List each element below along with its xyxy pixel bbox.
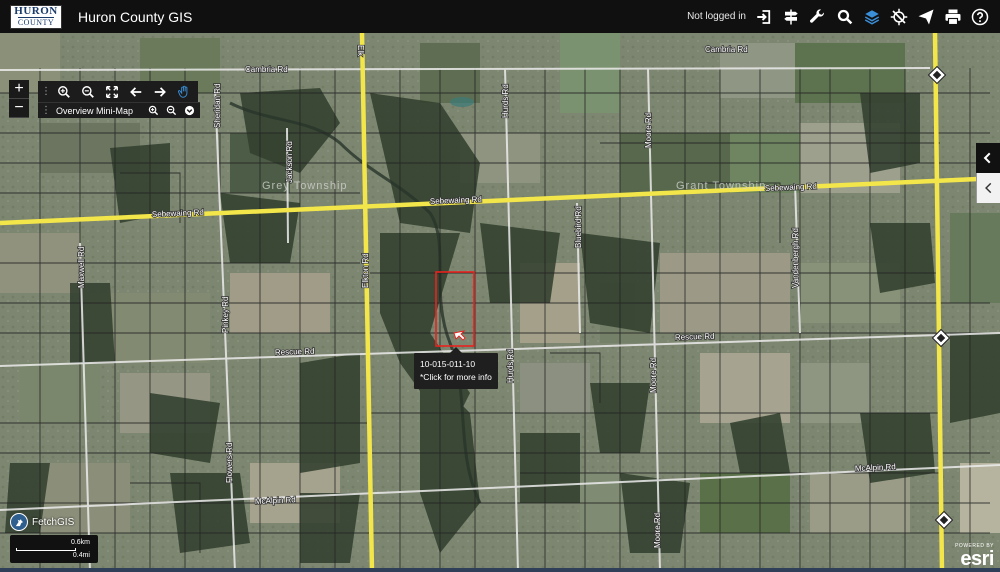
next-extent-button[interactable] — [148, 82, 172, 101]
search-button[interactable] — [833, 5, 857, 29]
parcel-tooltip-hint: *Click for more info — [420, 372, 492, 382]
zoom-out-icon — [166, 105, 176, 116]
wrench-icon — [810, 8, 825, 23]
road-label-vandenbergh: Vandenbergh Rd — [791, 228, 800, 288]
full-extent-button[interactable] — [100, 82, 124, 101]
print-icon — [945, 9, 961, 25]
road-label-rescue-1: Rescue Rd — [275, 347, 315, 357]
road-label-cambria-1: Cambria Rd — [245, 65, 288, 74]
road-label-elkton-1: Elk — [356, 45, 365, 57]
overview-minimap-label: Overview Mini-Map — [56, 105, 134, 116]
signpost-icon — [784, 9, 798, 24]
drag-handle-icon[interactable]: ⋮ — [40, 86, 52, 97]
road-label-moore-2: Moore Rd — [649, 358, 658, 393]
map-view[interactable]: Cambria Rd Cambria Rd Sebewaing Rd Sebew… — [0, 33, 1000, 572]
pan-button[interactable] — [172, 82, 196, 101]
zoom-in-tool-button[interactable] — [52, 82, 76, 101]
scale-mi-label: 0.4mi — [72, 552, 90, 559]
chevron-down-circle-icon — [184, 105, 194, 116]
previous-extent-button[interactable] — [124, 82, 148, 101]
road-label-maxwell: Maxwell Rd — [77, 247, 86, 288]
road-label-cambria-2: Cambria Rd — [705, 45, 748, 54]
scale-line — [16, 548, 76, 551]
print-button[interactable] — [941, 5, 965, 29]
scale-km-label: 0.6km — [70, 539, 90, 546]
drag-handle-icon[interactable]: ⋮ — [40, 105, 52, 116]
county-logo[interactable]: HURON COUNTY — [10, 4, 62, 29]
chevron-left-icon — [984, 182, 991, 194]
pan-hand-icon — [177, 85, 188, 98]
zoom-in-button[interactable]: + — [9, 80, 29, 99]
road-label-elkton-2: Elkton Rd — [361, 253, 370, 288]
esri-wordmark: esri — [960, 548, 994, 570]
layers-icon — [864, 9, 880, 25]
parcel-id: 10-015-011-10 — [420, 359, 476, 369]
layers-button[interactable] — [860, 5, 884, 29]
login-button[interactable] — [752, 5, 776, 29]
fetchgis-badge[interactable]: FetchGIS — [10, 513, 74, 531]
chevron-left-icon — [983, 152, 991, 164]
directions-button[interactable] — [779, 5, 803, 29]
overview-minimap-bar: ⋮ Overview Mini-Map — [38, 102, 200, 118]
gps-off-icon — [890, 8, 908, 25]
help-icon — [971, 8, 989, 25]
zoom-in-icon — [148, 105, 158, 116]
back-arrow-icon — [130, 86, 142, 97]
full-extent-icon — [106, 85, 118, 98]
app-header: HURON COUNTY Huron County GIS Not logged… — [0, 0, 1000, 33]
login-icon — [757, 9, 771, 24]
scale-bar: 0.6km 0.4mi — [10, 535, 98, 563]
share-button[interactable] — [914, 5, 938, 29]
minimap-zoom-in-button[interactable] — [144, 104, 162, 118]
logo-line-2: COUNTY — [17, 17, 55, 27]
zoom-control: + − — [9, 80, 29, 118]
fetchgis-dog-icon — [10, 513, 28, 531]
road-label-bluebird: Bluebird Rd — [574, 206, 583, 248]
send-icon — [918, 9, 934, 24]
road-label-moore-1: Moore Rd — [644, 113, 653, 148]
fetchgis-label: FetchGIS — [32, 516, 75, 528]
logo-line-1: HURON — [14, 5, 58, 17]
pond — [450, 97, 474, 107]
login-status: Not logged in — [687, 11, 746, 22]
road-label-flowers: Flowers Rd — [225, 443, 234, 483]
minimap-zoom-out-button[interactable] — [162, 104, 180, 118]
zoom-out-icon — [82, 85, 94, 98]
road-label-mcalpin-1: McAlpin Rd — [255, 495, 296, 506]
tools-button[interactable] — [806, 5, 830, 29]
zoom-in-icon — [58, 85, 70, 98]
forward-arrow-icon — [154, 86, 166, 97]
road-label-hurds-1: Hurds Rd — [501, 84, 510, 118]
road-label-jackson: Jackson Rd — [285, 141, 294, 183]
zoom-out-tool-button[interactable] — [76, 82, 100, 101]
bottom-strip — [0, 568, 1000, 572]
gps-button[interactable] — [887, 5, 911, 29]
parcel-tooltip[interactable]: 10-015-011-10 *Click for more info — [414, 347, 498, 389]
map-toolbar: ⋮ — [38, 81, 198, 102]
app-title: Huron County GIS — [78, 8, 193, 25]
road-label-rescue-2: Rescue Rd — [675, 332, 715, 342]
expand-panel-button[interactable] — [976, 143, 1000, 173]
help-button[interactable] — [968, 5, 992, 29]
road-label-sheridan: Sheridan Rd — [213, 84, 222, 128]
zoom-out-button[interactable]: − — [9, 99, 29, 118]
road-label-hurds-2: Hurds Rd — [506, 349, 515, 383]
esri-logo[interactable]: POWERED BY esri — [930, 543, 994, 569]
township-label-grey: Grey Township — [262, 180, 348, 192]
search-icon — [837, 9, 853, 24]
minimap-expand-button[interactable] — [180, 104, 198, 118]
road-label-moore-3: Moore Rd — [653, 513, 662, 548]
expand-secondary-panel-button[interactable] — [976, 173, 1000, 203]
road-label-pinkey: Pinkey Rd — [221, 297, 230, 333]
road-label-mcalpin-2: McAlpin Rd — [855, 462, 896, 473]
township-label-grant: Grant Township — [676, 180, 766, 192]
